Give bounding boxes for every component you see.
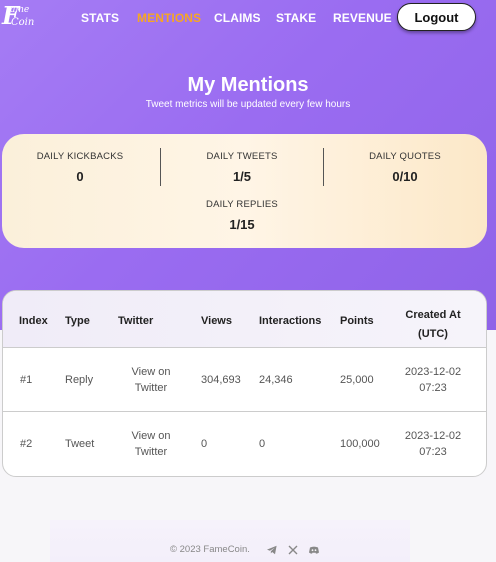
view-on-twitter-link[interactable]: View on Twitter — [121, 364, 181, 396]
table-row: #2 Tweet View on Twitter 0 0 100,000 202… — [3, 413, 486, 476]
stat-label: DAILY QUOTES — [369, 151, 441, 162]
stat-divider — [160, 148, 161, 186]
cell-time: 07:23 — [419, 382, 447, 394]
link-text: View on — [131, 366, 171, 378]
footer — [50, 520, 410, 562]
nav-stats[interactable]: STATS — [81, 11, 119, 25]
page-title: My Mentions — [187, 74, 309, 96]
top-nav: F ame Coin STATS MENTIONS CLAIMS STAKE R… — [0, 0, 496, 36]
cell-interactions: 24,346 — [259, 374, 293, 386]
col-created-at-label: Created At — [405, 309, 461, 321]
col-index[interactable]: Index — [19, 315, 48, 327]
stat-value: 1/5 — [232, 169, 252, 184]
mentions-table: Index Type Twitter Views Interactions Po… — [2, 290, 487, 477]
col-created-at-unit: (UTC) — [418, 328, 448, 340]
cell-type: Tweet — [65, 438, 95, 450]
nav-mentions[interactable]: MENTIONS — [137, 11, 201, 25]
stat-divider — [323, 148, 324, 186]
cell-points: 25,000 — [340, 374, 374, 386]
cell-created-at: 2023-12-02 07:23 — [398, 364, 468, 396]
stat-label: DAILY TWEETS — [206, 151, 278, 162]
telegram-icon[interactable] — [266, 543, 278, 555]
link-text: Twitter — [134, 382, 168, 394]
cell-type: Reply — [65, 374, 94, 386]
daily-stats-card: DAILY KICKBACKS 0 DAILY TWEETS 1/5 DAILY… — [2, 134, 487, 248]
col-points[interactable]: Points — [340, 315, 374, 327]
stat-label: DAILY KICKBACKS — [36, 151, 124, 162]
col-views[interactable]: Views — [201, 315, 232, 327]
logout-button[interactable]: Logout — [397, 3, 476, 31]
stat-daily-quotes: DAILY QUOTES 0/10 — [355, 151, 455, 184]
cell-created-at: 2023-12-02 07:23 — [398, 428, 468, 460]
link-text: Twitter — [134, 446, 168, 458]
nav-stake[interactable]: STAKE — [276, 11, 316, 25]
cell-index: #2 — [20, 438, 33, 450]
col-type[interactable]: Type — [65, 315, 90, 327]
cell-time: 07:23 — [419, 446, 447, 458]
logo-text-bottom: Coin — [11, 17, 35, 28]
cell-interactions: 0 — [259, 438, 266, 450]
stat-value: 0/10 — [392, 169, 418, 184]
stat-label: DAILY REPLIES — [206, 199, 278, 210]
cell-views: 0 — [201, 438, 208, 450]
link-text: View on — [131, 430, 171, 442]
cell-date: 2023-12-02 — [404, 430, 462, 442]
cell-date: 2023-12-02 — [404, 366, 462, 378]
stat-value: 0 — [76, 169, 84, 184]
x-icon[interactable] — [287, 543, 299, 555]
col-twitter[interactable]: Twitter — [118, 315, 153, 327]
discord-icon[interactable] — [308, 543, 320, 555]
view-on-twitter-link[interactable]: View on Twitter — [121, 428, 181, 460]
nav-revenue[interactable]: REVENUE — [333, 11, 392, 25]
stat-value: 1/15 — [229, 217, 255, 232]
nav-claims[interactable]: CLAIMS — [214, 11, 261, 25]
cell-index: #1 — [20, 374, 33, 386]
stat-daily-kickbacks: DAILY KICKBACKS 0 — [30, 151, 130, 184]
stat-daily-tweets: DAILY TWEETS 1/5 — [192, 151, 292, 184]
famecoin-logo[interactable]: F ame Coin — [2, 4, 38, 34]
page-subtitle: Tweet metrics will be updated every few … — [145, 99, 351, 110]
cell-points: 100,000 — [340, 438, 380, 450]
stat-daily-replies: DAILY REPLIES 1/15 — [192, 199, 292, 232]
logo-text-top: ame — [10, 5, 30, 15]
col-created-at[interactable]: Created At (UTC) — [398, 306, 468, 344]
footer-copyright: © 2023 FameCoin. — [170, 544, 250, 555]
cell-views: 304,693 — [201, 374, 241, 386]
table-row: #1 Reply View on Twitter 304,693 24,346 … — [3, 348, 486, 412]
col-interactions[interactable]: Interactions — [259, 315, 321, 327]
table-header: Index Type Twitter Views Interactions Po… — [3, 291, 486, 348]
